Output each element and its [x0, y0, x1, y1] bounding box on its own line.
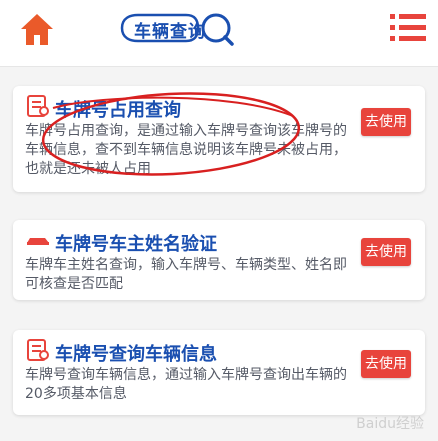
car-icon: [27, 238, 49, 245]
menu-icon[interactable]: [388, 10, 428, 46]
card-title: 车牌号车主姓名验证: [55, 234, 217, 255]
watermark: Baidu经验: [356, 416, 424, 432]
service-card[interactable]: 车牌号占用查询 车牌号占用查询，是通过输入车牌号查询该车牌号的车辆信息，查不到车…: [13, 86, 425, 192]
card-description: 车牌号占用查询，是通过输入车牌号查询该车牌号的车辆信息，查不到车辆信息说明该车牌…: [25, 123, 347, 177]
use-button[interactable]: 去使用: [361, 350, 411, 378]
service-card[interactable]: 车牌号车主姓名验证 车牌车主姓名查询，输入车牌号、车辆类型、姓名即可核查是否匹配…: [13, 220, 425, 300]
app-logo: 车辆查询: [116, 9, 256, 47]
logo-text: 车辆查询: [134, 22, 206, 42]
use-button[interactable]: 去使用: [361, 238, 411, 266]
home-icon[interactable]: [17, 10, 57, 50]
card-title: 车牌号占用查询: [55, 100, 181, 121]
card-description: 车牌号查询车辆信息，通过输入车牌号查询出车辆的20多项基本信息: [25, 367, 347, 402]
card-title: 车牌号查询车辆信息: [55, 344, 217, 365]
document-icon: [27, 95, 49, 117]
document-icon: [27, 339, 49, 361]
card-description: 车牌车主姓名查询，输入车牌号、车辆类型、姓名即可核查是否匹配: [25, 257, 347, 292]
use-button[interactable]: 去使用: [361, 108, 411, 136]
app-header: 车辆查询: [0, 0, 438, 67]
service-card[interactable]: 车牌号查询车辆信息 车牌号查询车辆信息，通过输入车牌号查询出车辆的20多项基本信…: [13, 330, 425, 415]
